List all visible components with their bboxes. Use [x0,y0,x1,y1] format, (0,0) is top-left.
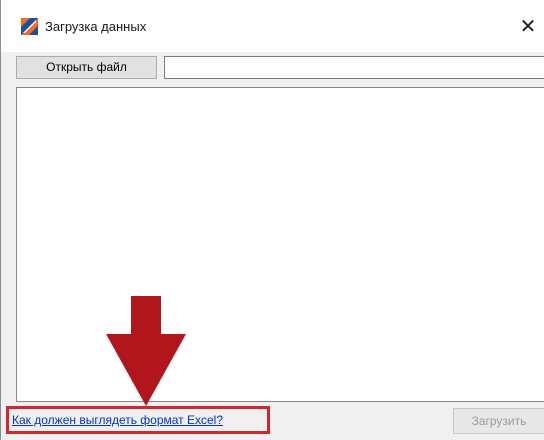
app-logo-icon [21,18,38,35]
excel-format-link[interactable]: Как должен выглядеть формат Excel? [12,412,223,428]
window-title: Загрузка данных [45,19,147,34]
upload-dialog: Загрузка данных ✕ Открыть файл Как долже… [0,0,544,440]
excel-format-link-highlight: Как должен выглядеть формат Excel? [6,406,270,434]
load-button[interactable]: Загрузить [453,408,544,434]
preview-area [16,87,544,402]
close-icon: ✕ [519,16,537,38]
file-path-input[interactable] [164,56,544,79]
arrow-down-icon [106,296,186,406]
open-file-button[interactable]: Открыть файл [16,56,157,79]
close-button[interactable]: ✕ [513,12,543,42]
title-bar: Загрузка данных ✕ [1,0,544,52]
